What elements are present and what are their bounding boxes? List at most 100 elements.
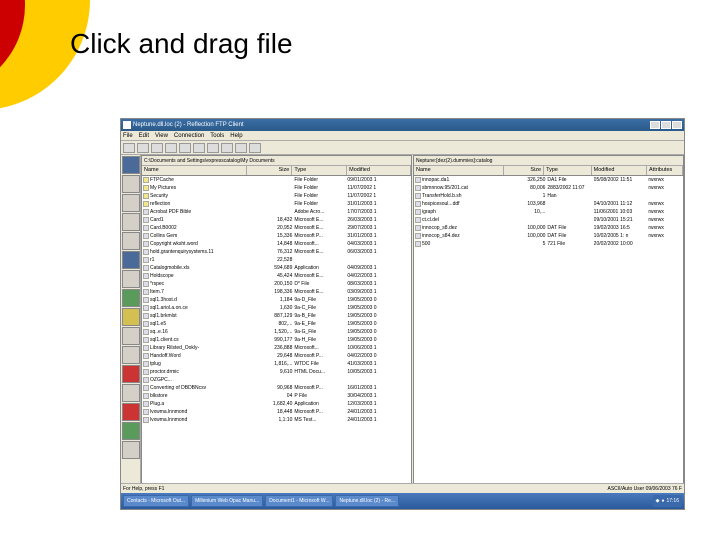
toolbar-delete-button[interactable]: [207, 143, 219, 153]
local-pathbar[interactable]: C:\Documents and Settings\expresscatalog…: [142, 156, 411, 166]
folder-icon: [143, 201, 149, 207]
side-icon-11[interactable]: [122, 346, 140, 364]
side-icon-10[interactable]: [122, 327, 140, 345]
tray-icon[interactable]: ◆: [656, 498, 660, 504]
side-icon-2[interactable]: [122, 175, 140, 193]
tray-icon[interactable]: ●: [661, 498, 664, 504]
file-row[interactable]: Library Rilsted_Ookly-236,888Microsoft..…: [142, 344, 411, 352]
side-icon-12[interactable]: [122, 365, 140, 383]
toolbar-transfer-button[interactable]: [179, 143, 191, 153]
file-row[interactable]: r122,528: [142, 256, 411, 264]
file-row[interactable]: sq..e.161,520,...9a-G_File19/05/2003 0: [142, 328, 411, 336]
file-row[interactable]: lvxwma.lnnmond18,448Microsoft P...24/01/…: [142, 408, 411, 416]
toolbar-up-button[interactable]: [151, 143, 163, 153]
file-row[interactable]: ct.cl.del09/10/2001 15:21rwxrwx: [414, 216, 683, 224]
local-file-list[interactable]: FTPCacheFile Folder09/01/2003 1My Pictur…: [142, 176, 411, 484]
slide-title: Click and drag file: [70, 28, 293, 60]
col-attributes[interactable]: Attributes: [647, 166, 683, 175]
toolbar-connect-button[interactable]: [123, 143, 135, 153]
task-ftp[interactable]: Neptune.dll.loc (2) - Re...: [335, 495, 399, 507]
side-icon-1[interactable]: [122, 156, 140, 174]
side-icon-5[interactable]: [122, 232, 140, 250]
file-icon: [143, 361, 149, 367]
menu-edit[interactable]: Edit: [139, 133, 149, 139]
file-row[interactable]: Item.7198,336Microsoft E...03/09/2003 1: [142, 288, 411, 296]
side-icon-6[interactable]: [122, 251, 140, 269]
file-row[interactable]: sql1.e5802,...9a-E_File19/05/2003 0: [142, 320, 411, 328]
col-size[interactable]: Size: [504, 166, 544, 175]
file-row[interactable]: innocop_s8.dez100,000DAT File19/02/2003 …: [414, 224, 683, 232]
file-row[interactable]: reflectionFile Folder31/01/2003 1: [142, 200, 411, 208]
file-row[interactable]: Copyright wksht.word14,848Microsoft...04…: [142, 240, 411, 248]
col-type[interactable]: Type: [292, 166, 347, 175]
file-row[interactable]: tplug1,816,...WTDC File41/03/2003 1: [142, 360, 411, 368]
file-row[interactable]: *rspec200,150D* File08/03/2003 1: [142, 280, 411, 288]
minimize-button[interactable]: [650, 121, 660, 129]
file-row[interactable]: OZGPC...: [142, 376, 411, 384]
side-icon-7[interactable]: [122, 270, 140, 288]
col-modified[interactable]: Modified: [347, 166, 411, 175]
file-row[interactable]: SecurityFile Folder11/07/2002 1: [142, 192, 411, 200]
file-row[interactable]: sql1.client.cs990,1779a-H_File19/05/2003…: [142, 336, 411, 344]
close-button[interactable]: [672, 121, 682, 129]
task-millenium[interactable]: Millenium Web Opac Manu...: [191, 495, 263, 507]
side-icon-8[interactable]: [122, 289, 140, 307]
file-row[interactable]: innopac.da1326,250DA1 File05/08/2002 11:…: [414, 176, 683, 184]
maximize-button[interactable]: [661, 121, 671, 129]
menu-help[interactable]: Help: [230, 133, 242, 139]
file-row[interactable]: blkstore04P File30/04/2003 1: [142, 392, 411, 400]
side-icon-4[interactable]: [122, 213, 140, 231]
file-row[interactable]: innocop_s84.dez100,000DAT File10/02/2005…: [414, 232, 683, 240]
file-row[interactable]: My PicturesFile Folder11/07/2002 1: [142, 184, 411, 192]
col-name[interactable]: Name: [414, 166, 504, 175]
toolbar-disconnect-button[interactable]: [137, 143, 149, 153]
file-row[interactable]: sql1.ariol.a.on.ce1,6309a-C_File19/05/20…: [142, 304, 411, 312]
file-row[interactable]: Holdscope45,424Microsoft E...04/02/2003 …: [142, 272, 411, 280]
menu-connection[interactable]: Connection: [174, 133, 204, 139]
toolbar-props-button[interactable]: [221, 143, 233, 153]
col-size[interactable]: Size: [247, 166, 293, 175]
toolbar-help-button[interactable]: [249, 143, 261, 153]
side-icon-13[interactable]: [122, 384, 140, 402]
side-icon-15[interactable]: [122, 422, 140, 440]
toolbar-refresh-button[interactable]: [165, 143, 177, 153]
file-row[interactable]: hospicesoul...ddf103,96804/10/2001 11:12…: [414, 200, 683, 208]
file-row[interactable]: Handoff.Word29,648Microsoft P...04/02/20…: [142, 352, 411, 360]
col-name[interactable]: Name: [142, 166, 247, 175]
col-type[interactable]: Type: [544, 166, 592, 175]
task-contacts[interactable]: Contacts - Microsoft Out...: [123, 495, 189, 507]
file-row[interactable]: FTPCacheFile Folder09/01/2003 1: [142, 176, 411, 184]
remote-file-list[interactable]: innopac.da1326,250DA1 File05/08/2002 11:…: [414, 176, 683, 484]
titlebar[interactable]: Neptune.dll.loc (2) - Reflection FTP Cli…: [121, 119, 684, 131]
toolbar-stop-button[interactable]: [235, 143, 247, 153]
menu-file[interactable]: File: [123, 133, 133, 139]
remote-pathbar[interactable]: Neptune:[dez(2).dummies]:catalog: [414, 156, 683, 166]
toolbar-newfolder-button[interactable]: [193, 143, 205, 153]
file-row[interactable]: Collins Gem15,336Microsoft P...31/01/200…: [142, 232, 411, 240]
file-row[interactable]: proctor.drmic9,610HTML Docu...10/05/2003…: [142, 368, 411, 376]
file-row[interactable]: TransferHold.b.sh1Han: [414, 192, 683, 200]
file-row[interactable]: Card.B000220,952Microsoft E...29/07/2003…: [142, 224, 411, 232]
file-row[interactable]: Plug.a1,682,40Application12/03/2003 1: [142, 400, 411, 408]
system-tray[interactable]: ◆ ● 17:16: [653, 495, 682, 507]
col-modified[interactable]: Modified: [592, 166, 647, 175]
file-row[interactable]: sql1.brkmlst887,1299a-B_File19/05/2003 0: [142, 312, 411, 320]
file-row[interactable]: igraph10,...11/06/2001 10:03rwxrwx: [414, 208, 683, 216]
side-icon-9[interactable]: [122, 308, 140, 326]
menu-view[interactable]: View: [155, 133, 168, 139]
file-icon: [143, 345, 149, 351]
task-word[interactable]: Document1 - Microsoft W...: [265, 495, 333, 507]
side-icon-14[interactable]: [122, 403, 140, 421]
file-row[interactable]: Converting of DBDBNcsv90,968Microsoft P.…: [142, 384, 411, 392]
file-row[interactable]: Catalogmobile.xls594,689Application04/09…: [142, 264, 411, 272]
file-row[interactable]: 5005721 File20/02/2002 10:00: [414, 240, 683, 248]
file-row[interactable]: sql1.3host.d1,1849a-D_File19/05/2003 0: [142, 296, 411, 304]
file-row[interactable]: sbmnnow.95/201.cat80,0062883/2002 11:07r…: [414, 184, 683, 192]
side-icon-3[interactable]: [122, 194, 140, 212]
file-row[interactable]: lvxwma.lnnmond1,1:10MS Test...24/01/2003…: [142, 416, 411, 424]
file-row[interactable]: hold.grantenquirysystems.1176,312Microso…: [142, 248, 411, 256]
file-row[interactable]: Card118,432Microsoft E...26/03/2003 1: [142, 216, 411, 224]
side-icon-16[interactable]: [122, 441, 140, 459]
menu-tools[interactable]: Tools: [210, 133, 224, 139]
file-row[interactable]: Acrobat PDF BibleAdobe Acro...17/07/2003…: [142, 208, 411, 216]
